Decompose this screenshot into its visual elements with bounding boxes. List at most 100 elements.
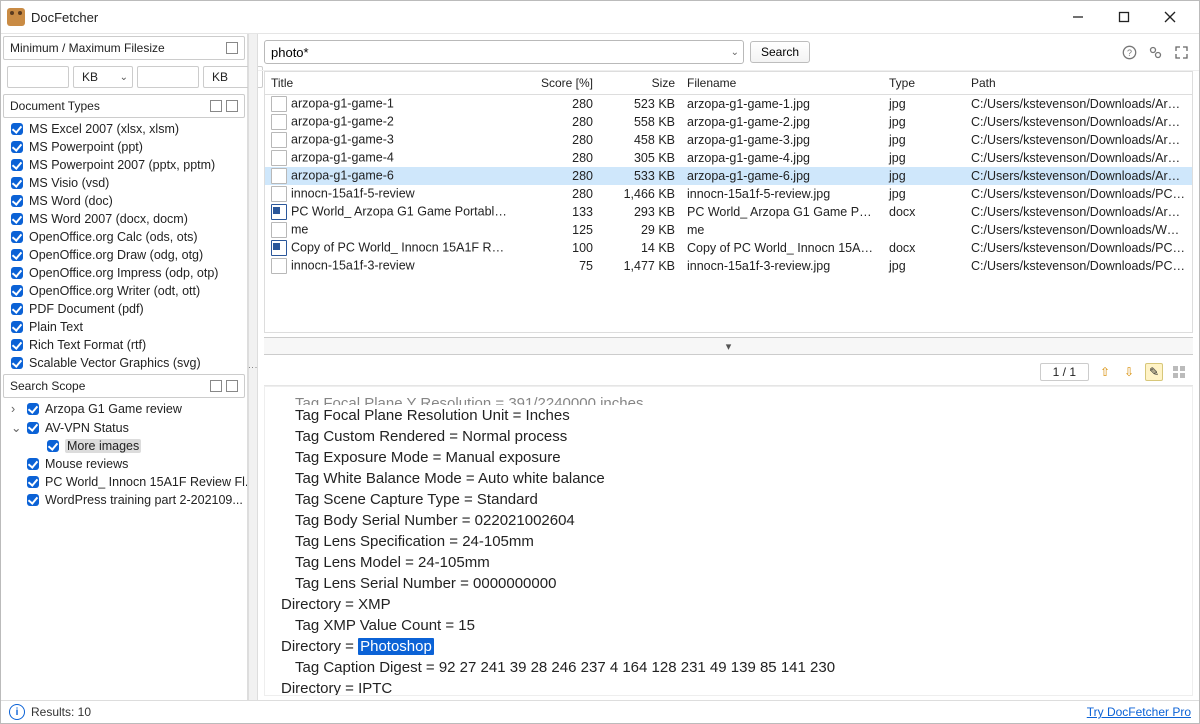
search-combobox[interactable]: ⌄	[264, 40, 744, 64]
scope-item[interactable]: WordPress training part 2-202109...	[1, 491, 247, 509]
doctype-label: MS Word 2007 (docx, docm)	[29, 212, 188, 226]
scope-item[interactable]: ⌄AV-VPN Status	[1, 418, 247, 437]
doctype-item[interactable]: MS Visio (vsd)	[1, 174, 247, 192]
result-row[interactable]: arzopa-g1-game-1280523 KBarzopa-g1-game-…	[265, 95, 1192, 113]
preview-pane[interactable]: Tag Focal Plane Y Resolution = 391/22400…	[264, 386, 1193, 696]
doctype-item[interactable]: MS Word 2007 (docx, docm)	[1, 210, 247, 228]
cell-path: C:/Users/kstevenson/Downloads/PC World_ …	[965, 259, 1192, 273]
file-icon	[271, 150, 287, 166]
doctype-item[interactable]: OpenOffice.org Impress (odp, otp)	[1, 264, 247, 282]
doctype-item[interactable]: MS Powerpoint 2007 (pptx, pptm)	[1, 156, 247, 174]
checkbox-icon[interactable]	[11, 231, 23, 243]
cell-size: 558 KB	[599, 115, 681, 129]
cell-title: arzopa-g1-game-2	[291, 114, 394, 128]
checkbox-icon[interactable]	[11, 249, 23, 261]
pro-link[interactable]: Try DocFetcher Pro	[1087, 705, 1191, 719]
checkbox-icon[interactable]	[11, 159, 23, 171]
checkbox-icon[interactable]	[11, 339, 23, 351]
preview-line: Tag White Balance Mode = Auto white bala…	[281, 468, 1176, 489]
maximize-button[interactable]	[1101, 1, 1147, 33]
settings-icon[interactable]	[1147, 44, 1163, 60]
checkbox-icon[interactable]	[11, 357, 23, 369]
chevron-down-icon[interactable]: ⌄	[731, 47, 739, 58]
cell-type: jpg	[883, 115, 965, 129]
checkbox-icon[interactable]	[27, 458, 39, 470]
panel-restore-icon[interactable]	[210, 380, 222, 392]
doctype-label: MS Word (doc)	[29, 194, 113, 208]
result-row[interactable]: me12529 KBmeC:/Users/kstevenson/Download…	[265, 221, 1192, 239]
highlight-icon[interactable]: ✎	[1145, 363, 1163, 381]
checkbox-icon[interactable]	[11, 321, 23, 333]
checkbox-icon[interactable]	[27, 403, 39, 415]
cell-size: 533 KB	[599, 169, 681, 183]
column-path[interactable]: Path	[965, 76, 1192, 90]
scope-item[interactable]: ›Arzopa G1 Game review	[1, 400, 247, 418]
expand-icon[interactable]: ›	[11, 402, 21, 416]
doctype-item[interactable]: OpenOffice.org Writer (odt, ott)	[1, 282, 247, 300]
view-mode-icon[interactable]	[1171, 364, 1187, 380]
preview-line: Tag Focal Plane Resolution Unit = Inches	[281, 405, 1176, 426]
min-filesize-input[interactable]	[7, 66, 69, 88]
checkbox-icon[interactable]	[47, 440, 59, 452]
checkbox-icon[interactable]	[27, 422, 39, 434]
checkbox-icon[interactable]	[11, 141, 23, 153]
column-filename[interactable]: Filename	[681, 76, 883, 90]
doctype-item[interactable]: Rich Text Format (rtf)	[1, 336, 247, 354]
max-filesize-input[interactable]	[137, 66, 199, 88]
checkbox-icon[interactable]	[11, 303, 23, 315]
checkbox-icon[interactable]	[11, 213, 23, 225]
doctype-item[interactable]: Scalable Vector Graphics (svg)	[1, 354, 247, 372]
titlebar: DocFetcher	[1, 1, 1199, 34]
column-score[interactable]: Score [%]	[517, 76, 599, 90]
result-row[interactable]: arzopa-g1-game-3280458 KBarzopa-g1-game-…	[265, 131, 1192, 149]
doctype-item[interactable]: MS Excel 2007 (xlsx, xlsm)	[1, 120, 247, 138]
result-row[interactable]: arzopa-g1-game-4280305 KBarzopa-g1-game-…	[265, 149, 1192, 167]
search-input[interactable]	[269, 44, 731, 61]
next-occurrence-icon[interactable]: ⇩	[1121, 364, 1137, 380]
sidebar-splitter[interactable]: ⋮	[248, 34, 258, 700]
doctype-item[interactable]: MS Word (doc)	[1, 192, 247, 210]
result-row[interactable]: innocn-15a1f-3-review751,477 KBinnocn-15…	[265, 257, 1192, 275]
app-window: DocFetcher Minimum / Maximum Filesize KB…	[0, 0, 1200, 724]
expand-icon[interactable]: ⌄	[11, 420, 21, 435]
results-count: Results: 10	[31, 705, 91, 719]
checkbox-icon[interactable]	[11, 177, 23, 189]
preview-expand-handle[interactable]: ▾	[264, 337, 1193, 355]
doctype-item[interactable]: PDF Document (pdf)	[1, 300, 247, 318]
doctype-item[interactable]: Plain Text	[1, 318, 247, 336]
result-row[interactable]: innocn-15a1f-5-review2801,466 KBinnocn-1…	[265, 185, 1192, 203]
maximize-view-icon[interactable]	[1173, 44, 1189, 60]
close-button[interactable]	[1147, 1, 1193, 33]
file-icon	[271, 96, 287, 112]
doctype-item[interactable]: OpenOffice.org Draw (odg, otg)	[1, 246, 247, 264]
column-size[interactable]: Size	[599, 76, 681, 90]
result-row[interactable]: Copy of PC World_ Innocn 15A1F Review...…	[265, 239, 1192, 257]
column-type[interactable]: Type	[883, 76, 965, 90]
column-title[interactable]: Title	[265, 76, 517, 90]
scope-item[interactable]: PC World_ Innocn 15A1F Review Fl...	[1, 473, 247, 491]
checkbox-icon[interactable]	[11, 267, 23, 279]
doctype-item[interactable]: OpenOffice.org Calc (ods, ots)	[1, 228, 247, 246]
checkbox-icon[interactable]	[11, 195, 23, 207]
scope-item[interactable]: Mouse reviews	[1, 455, 247, 473]
checkbox-icon[interactable]	[11, 285, 23, 297]
prev-occurrence-icon[interactable]: ⇧	[1097, 364, 1113, 380]
doctype-item[interactable]: MS Powerpoint (ppt)	[1, 138, 247, 156]
help-icon[interactable]: ?	[1121, 44, 1137, 60]
checkbox-icon[interactable]	[27, 494, 39, 506]
panel-restore-icon[interactable]	[210, 100, 222, 112]
panel-minimize-icon[interactable]	[226, 42, 238, 54]
checkbox-icon[interactable]	[11, 123, 23, 135]
cell-filename: Copy of PC World_ Innocn 15A1F...	[681, 241, 883, 255]
preview-line: Tag Body Serial Number = 022021002604	[281, 510, 1176, 531]
min-filesize-unit-select[interactable]: KB⌄	[73, 66, 133, 88]
search-button[interactable]: Search	[750, 41, 810, 63]
panel-minimize-icon[interactable]	[226, 100, 238, 112]
checkbox-icon[interactable]	[27, 476, 39, 488]
result-row[interactable]: PC World_ Arzopa G1 Game Portable Mo...1…	[265, 203, 1192, 221]
scope-item[interactable]: More images	[1, 437, 247, 455]
minimize-button[interactable]	[1055, 1, 1101, 33]
panel-minimize-icon[interactable]	[226, 380, 238, 392]
result-row[interactable]: arzopa-g1-game-2280558 KBarzopa-g1-game-…	[265, 113, 1192, 131]
result-row[interactable]: arzopa-g1-game-6280533 KBarzopa-g1-game-…	[265, 167, 1192, 185]
